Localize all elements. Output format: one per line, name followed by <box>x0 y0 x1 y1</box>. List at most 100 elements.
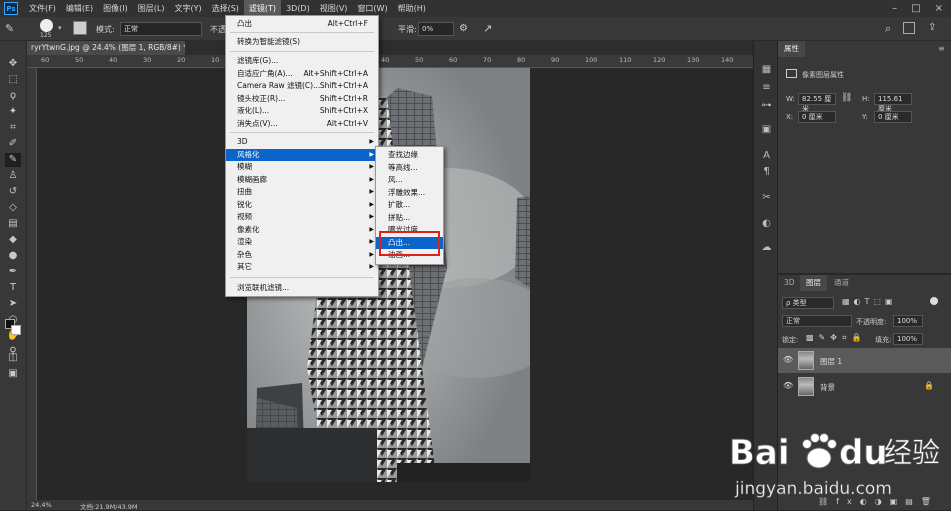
menu-image[interactable]: 图像(I) <box>98 0 133 17</box>
pressure-icon[interactable]: ↗ <box>483 22 492 35</box>
layer-filter-select[interactable]: ρ 类型 <box>782 297 834 309</box>
tools-preset-icon[interactable]: ✂ <box>760 191 773 204</box>
brush-tool-icon[interactable]: ✎ <box>5 153 21 167</box>
menu-item-adaptive-wide[interactable]: 自适应广角(A)... Alt+Shift+Ctrl+A <box>226 68 378 81</box>
menu-item-sharpen[interactable]: 锐化 ▶ <box>226 199 378 212</box>
maximize-icon[interactable]: □ <box>911 3 920 14</box>
character-icon[interactable]: A <box>760 149 773 162</box>
panel-menu-icon[interactable]: ≡ <box>938 44 945 53</box>
menu-item-filter-gallery[interactable]: 滤镜库(G)... <box>226 55 378 68</box>
document-tab[interactable]: ryrYtwnG.jpg @ 24.4% (图层 1, RGB/8#) * × <box>27 41 185 55</box>
brush-preview-icon[interactable] <box>40 19 53 32</box>
submenu-item-emboss[interactable]: 浮雕效果... <box>376 187 443 200</box>
blend-mode-select[interactable]: 正常 <box>782 315 852 327</box>
link-icon[interactable]: ⛓ <box>841 93 852 103</box>
submenu-item-tiles[interactable]: 拼贴... <box>376 212 443 225</box>
crop-tool-icon[interactable]: ⌗ <box>5 121 21 135</box>
menu-item-stylize[interactable]: 风格化 ▶ <box>226 148 378 161</box>
menu-item-video[interactable]: 视频 ▶ <box>226 211 378 224</box>
height-input[interactable]: 115.61 厘米 <box>874 93 912 113</box>
close-window-icon[interactable]: × <box>935 3 943 14</box>
opacity-input[interactable]: 100% <box>893 315 923 327</box>
layer-row-background[interactable]: 👁 背景 🔒 <box>778 374 951 399</box>
menu-item-liquify[interactable]: 液化(L)... Shift+Ctrl+X <box>226 105 378 118</box>
search-icon[interactable]: ⌕ <box>885 22 891 36</box>
menu-item-3d[interactable]: 3D ▶ <box>226 136 378 149</box>
history-icon[interactable]: ▦ <box>760 63 773 76</box>
tab-layers[interactable]: 图层 <box>800 275 827 291</box>
quick-mask-icon[interactable]: ◫ <box>5 351 21 365</box>
canvas-area[interactable] <box>37 68 753 500</box>
gradient-tool-icon[interactable]: ▤ <box>5 217 21 231</box>
minimize-icon[interactable]: – <box>892 3 897 14</box>
marquee-tool-icon[interactable]: ⬚ <box>5 73 21 87</box>
gear-icon[interactable]: ⚙ <box>459 23 468 34</box>
brush-settings-icon[interactable]: ◐ <box>760 217 773 230</box>
y-input[interactable]: 0 厘米 <box>874 111 912 123</box>
submenu-item-find-edges[interactable]: 查找边缘 <box>376 149 443 162</box>
eraser-tool-icon[interactable]: ◇ <box>5 201 21 215</box>
eyedropper-tool-icon[interactable]: ✐ <box>5 137 21 151</box>
tab-3d[interactable]: 3D <box>778 275 801 291</box>
history-brush-icon[interactable]: ↺ <box>5 185 21 199</box>
submenu-item-trace-contour[interactable]: 等高线... <box>376 162 443 175</box>
layer-actions-bar[interactable]: ⛓fx◐◑▣▤🗑 <box>818 497 939 506</box>
menu-file[interactable]: 文件(F) <box>24 0 61 17</box>
eye-icon[interactable]: 👁 <box>783 355 793 364</box>
tab-channels[interactable]: 通道 <box>828 275 855 291</box>
swatches-icon[interactable]: ▣ <box>760 123 773 136</box>
lasso-tool-icon[interactable]: ϙ <box>5 89 21 103</box>
menu-layer[interactable]: 图层(L) <box>133 0 170 17</box>
menu-item-other[interactable]: 其它 ▶ <box>226 261 378 274</box>
paths-icon[interactable]: ⊶ <box>760 99 773 112</box>
filter-toggle-icon[interactable] <box>930 297 938 305</box>
lock-icons[interactable]: ▩✎✥⌗🔒 <box>806 333 866 343</box>
type-tool-icon[interactable]: T <box>5 281 21 295</box>
move-tool-icon[interactable]: ✥ <box>5 57 21 71</box>
submenu-item-wind[interactable]: 风... <box>376 174 443 187</box>
screen-mode-icon[interactable]: ▣ <box>5 367 21 381</box>
menu-item-blur-gallery[interactable]: 模糊画廊 ▶ <box>226 174 378 187</box>
menu-item-render[interactable]: 渲染 ▶ <box>226 236 378 249</box>
menu-item-label: 自适应广角(A)... <box>237 68 293 78</box>
brush-tool-icon[interactable]: ✎ <box>5 22 14 35</box>
brush-panel-icon[interactable] <box>73 21 87 35</box>
cc-libraries-icon[interactable]: ☁ <box>760 241 773 254</box>
menu-item-convert-smart[interactable]: 转换为智能滤镜(S) <box>226 36 378 49</box>
tab-properties[interactable]: 属性 <box>778 41 805 57</box>
menu-edit[interactable]: 编辑(E) <box>61 0 98 17</box>
background-color-icon[interactable] <box>11 325 21 335</box>
width-input[interactable]: 82.55 厘米 <box>798 93 836 113</box>
pen-tool-icon[interactable]: ✒ <box>5 265 21 279</box>
menu-item-extrude-last[interactable]: 凸出 Alt+Ctrl+F <box>226 18 378 31</box>
adjustments-icon[interactable]: ≡ <box>760 81 773 94</box>
zoom-level[interactable]: 24.4% <box>31 501 52 509</box>
blur-tool-icon[interactable]: ◆ <box>5 233 21 247</box>
eye-icon[interactable]: 👁 <box>783 381 793 390</box>
fill-input[interactable]: 100% <box>893 333 923 345</box>
paragraph-icon[interactable]: ¶ <box>760 165 773 178</box>
menu-item-camera-raw[interactable]: Camera Raw 滤镜(C)... Shift+Ctrl+A <box>226 80 378 93</box>
smooth-input[interactable]: 0% <box>418 22 454 36</box>
share-icon[interactable]: ⇪ <box>928 22 936 33</box>
layer-row-layer1[interactable]: 👁 图层 1 <box>778 348 951 373</box>
workspace-icon[interactable] <box>903 22 915 34</box>
menu-item-noise[interactable]: 杂色 ▶ <box>226 249 378 262</box>
stamp-tool-icon[interactable]: ♙ <box>5 169 21 183</box>
menu-item-browse-online[interactable]: 浏览联机滤镜... <box>226 282 378 295</box>
path-select-icon[interactable]: ➤ <box>5 297 21 311</box>
menu-item-lens-correction[interactable]: 镜头校正(R)... Shift+Ctrl+R <box>226 93 378 106</box>
dodge-tool-icon[interactable]: ● <box>5 249 21 263</box>
menu-item-vanishing-point[interactable]: 消失点(V)... Alt+Ctrl+V <box>226 118 378 131</box>
quick-select-tool-icon[interactable]: ✦ <box>5 105 21 119</box>
chevron-down-icon[interactable]: ▾ <box>58 24 62 32</box>
menu-item-distort[interactable]: 扭曲 ▶ <box>226 186 378 199</box>
menu-item-blur[interactable]: 模糊 ▶ <box>226 161 378 174</box>
menu-item-pixelate[interactable]: 像素化 ▶ <box>226 224 378 237</box>
menu-help[interactable]: 帮助(H) <box>393 0 431 17</box>
submenu-item-diffuse[interactable]: 扩散... <box>376 199 443 212</box>
menu-type[interactable]: 文字(Y) <box>169 0 206 17</box>
mode-select[interactable]: 正常 <box>120 22 202 36</box>
x-input[interactable]: 0 厘米 <box>798 111 836 123</box>
filter-icons[interactable]: ▦◐T⬚▣ <box>842 297 897 306</box>
